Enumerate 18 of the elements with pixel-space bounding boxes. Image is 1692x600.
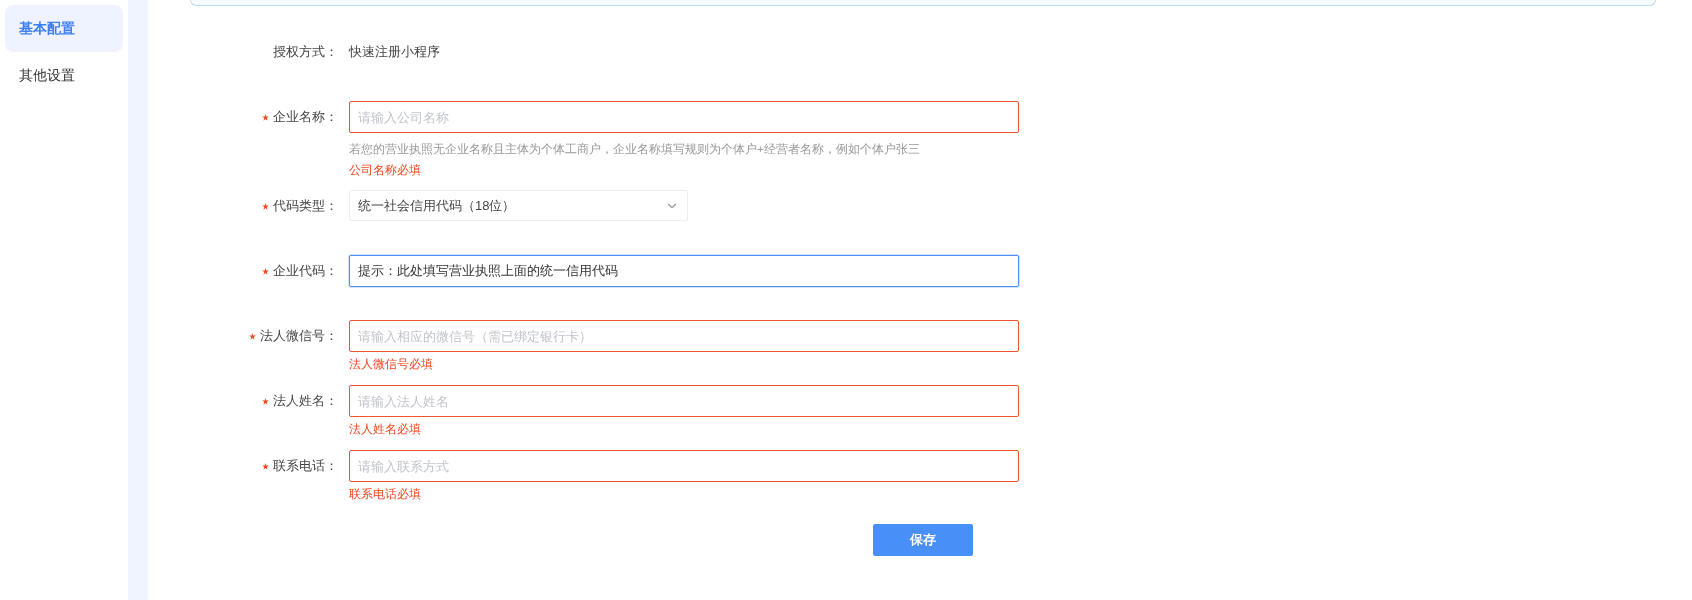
input-field[interactable]: 请输入法人姓名 (349, 385, 1019, 417)
field-label: 联系电话： (273, 457, 338, 475)
error-message: 公司名称必填 (349, 163, 421, 178)
field-label: 企业代码： (273, 262, 338, 280)
input-field[interactable]: 请输入联系方式 (349, 450, 1019, 482)
help-text: 若您的营业执照无企业名称且主体为个体工商户，企业名称填写规则为个体户+经营者名称，例如个体户张三 (349, 142, 920, 157)
field-value: 快速注册小程序 (349, 43, 441, 61)
code-type-select[interactable]: 统一社会信用代码（18位） (349, 190, 688, 221)
field-label: 企业名称： (273, 108, 338, 126)
error-message: 法人姓名必填 (349, 422, 421, 437)
field-label: 授权方式： (273, 43, 338, 61)
field-label: 法人微信号： (260, 327, 338, 345)
error-message: 联系电话必填 (349, 487, 421, 502)
field-label: 法人姓名： (273, 392, 338, 410)
input-field[interactable]: 提示：此处填写营业执照上面的统一信用代码 (349, 255, 1019, 287)
sidebar-item[interactable]: 其他设置 (5, 52, 123, 99)
error-message: 法人微信号必填 (349, 357, 433, 372)
field-label: 代码类型： (273, 197, 338, 215)
